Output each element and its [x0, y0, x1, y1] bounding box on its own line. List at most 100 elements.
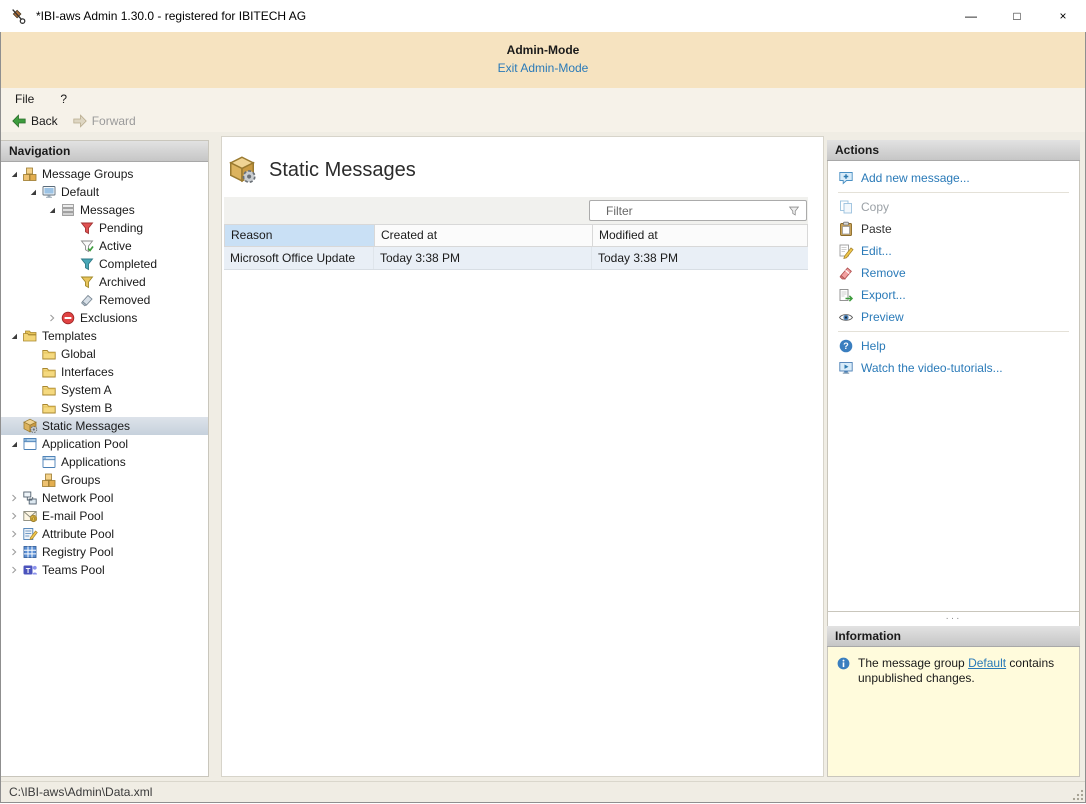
- funnel-check-icon: [79, 238, 95, 254]
- panel-splitter[interactable]: ···: [827, 612, 1080, 626]
- action-label: Edit...: [861, 244, 892, 258]
- column-header-reason[interactable]: Reason: [225, 225, 375, 246]
- expanded-arrow-icon[interactable]: [26, 185, 40, 199]
- page-title: Static Messages: [269, 159, 416, 182]
- action-label: Paste: [861, 222, 892, 236]
- tree-item-archived[interactable]: Archived: [1, 273, 208, 291]
- collapsed-arrow-icon[interactable]: [7, 509, 21, 523]
- static-messages-icon: [22, 418, 38, 434]
- expander-spacer: [64, 239, 78, 253]
- right-column: Actions Add new message...CopyPasteEdit.…: [827, 140, 1080, 777]
- action-watch-the-video-tutorials[interactable]: Watch the video-tutorials...: [828, 357, 1079, 379]
- menu-file[interactable]: File: [15, 92, 34, 106]
- page-heading: Static Messages: [227, 155, 823, 185]
- action-help[interactable]: ?Help: [828, 335, 1079, 357]
- action-label: Watch the video-tutorials...: [861, 361, 1003, 375]
- expander-spacer: [26, 455, 40, 469]
- maximize-button[interactable]: □: [994, 0, 1040, 32]
- action-label: Remove: [861, 266, 906, 280]
- tree-item-system-a[interactable]: System A: [1, 381, 208, 399]
- tree-item-interfaces[interactable]: Interfaces: [1, 363, 208, 381]
- tree-item-groups[interactable]: Groups: [1, 471, 208, 489]
- filter-bar: [224, 197, 808, 224]
- preview-icon: [838, 309, 854, 325]
- filter-box: [589, 200, 807, 221]
- resize-grip-icon[interactable]: [1071, 788, 1084, 801]
- status-bar: C:\IBI-aws\Admin\Data.xml: [1, 781, 1085, 802]
- tree-item-label: Exclusions: [80, 311, 141, 325]
- tree-item-label: Applications: [61, 455, 130, 469]
- tree-item-removed[interactable]: Removed: [1, 291, 208, 309]
- back-button[interactable]: Back: [11, 113, 58, 129]
- add-message-icon: [838, 170, 854, 186]
- forward-button[interactable]: Forward: [72, 113, 136, 129]
- tree-item-completed[interactable]: Completed: [1, 255, 208, 273]
- tree-item-e-mail-pool[interactable]: @E-mail Pool: [1, 507, 208, 525]
- action-edit[interactable]: Edit...: [828, 240, 1079, 262]
- expanded-arrow-icon[interactable]: [7, 167, 21, 181]
- tree-item-default[interactable]: Default: [1, 183, 208, 201]
- tree-item-system-b[interactable]: System B: [1, 399, 208, 417]
- tree-item-templates[interactable]: Templates: [1, 327, 208, 345]
- filter-funnel-icon[interactable]: [782, 201, 806, 220]
- collapsed-arrow-icon[interactable]: [7, 527, 21, 541]
- action-preview[interactable]: Preview: [828, 306, 1079, 328]
- tree-item-application-pool[interactable]: Application Pool: [1, 435, 208, 453]
- svg-text:T: T: [26, 566, 31, 575]
- collapsed-arrow-icon[interactable]: [7, 563, 21, 577]
- exit-admin-mode-link[interactable]: Exit Admin-Mode: [498, 61, 589, 75]
- tree-item-global[interactable]: Global: [1, 345, 208, 363]
- default-group-link[interactable]: Default: [968, 656, 1006, 670]
- tree-item-label: Templates: [42, 329, 101, 343]
- menu-[interactable]: ?: [60, 92, 67, 106]
- action-paste[interactable]: Paste: [828, 218, 1079, 240]
- separator: [838, 331, 1069, 332]
- action-remove[interactable]: Remove: [828, 262, 1079, 284]
- tree-item-applications[interactable]: Applications: [1, 453, 208, 471]
- tree-item-label: Completed: [99, 257, 161, 271]
- tree-item-static-messages[interactable]: Static Messages: [1, 417, 208, 435]
- tree-item-attribute-pool[interactable]: Attribute Pool: [1, 525, 208, 543]
- action-label: Help: [861, 339, 886, 353]
- collapsed-arrow-icon[interactable]: [7, 491, 21, 505]
- expanded-arrow-icon[interactable]: [45, 203, 59, 217]
- tree-item-label: Interfaces: [61, 365, 118, 379]
- action-export[interactable]: Export...: [828, 284, 1079, 306]
- action-label: Add new message...: [861, 171, 970, 185]
- expander-spacer: [64, 257, 78, 271]
- tree-item-teams-pool[interactable]: TTeams Pool: [1, 561, 208, 579]
- tree-item-registry-pool[interactable]: Registry Pool: [1, 543, 208, 561]
- tree-item-messages[interactable]: Messages: [1, 201, 208, 219]
- collapsed-arrow-icon[interactable]: [7, 545, 21, 559]
- action-label: Export...: [861, 288, 906, 302]
- admin-mode-title: Admin-Mode: [1, 32, 1085, 57]
- table-row[interactable]: Microsoft Office UpdateToday 3:38 PMToda…: [224, 247, 808, 270]
- expanded-arrow-icon[interactable]: [7, 437, 21, 451]
- copy-icon: [838, 199, 854, 215]
- minimize-button[interactable]: —: [948, 0, 994, 32]
- window-title: *IBI-aws Admin 1.30.0 - registered for I…: [36, 9, 306, 23]
- information-panel: The message group Default contains unpub…: [827, 647, 1080, 777]
- menu-bar: File?: [1, 88, 1085, 109]
- collapsed-arrow-icon[interactable]: [45, 311, 59, 325]
- expanded-arrow-icon[interactable]: [7, 329, 21, 343]
- action-add-new-message[interactable]: Add new message...: [828, 167, 1079, 189]
- funnel-red-icon: [79, 220, 95, 236]
- filter-input[interactable]: [590, 204, 782, 218]
- column-header-created-at[interactable]: Created at: [375, 225, 593, 246]
- tree-item-pending[interactable]: Pending: [1, 219, 208, 237]
- tree-item-label: Removed: [99, 293, 154, 307]
- close-button[interactable]: ×: [1040, 0, 1086, 32]
- main-panel: Static Messages ReasonCreated atModified…: [221, 136, 824, 777]
- tree-item-network-pool[interactable]: Network Pool: [1, 489, 208, 507]
- column-header-modified-at[interactable]: Modified at: [593, 225, 807, 246]
- tree-item-message-groups[interactable]: Message Groups: [1, 165, 208, 183]
- tree-item-label: Global: [61, 347, 100, 361]
- tree-item-exclusions[interactable]: Exclusions: [1, 309, 208, 327]
- separator: [838, 192, 1069, 193]
- templates-icon: [22, 328, 38, 344]
- tree-item-active[interactable]: Active: [1, 237, 208, 255]
- export-icon: [838, 287, 854, 303]
- action-label: Preview: [861, 310, 904, 324]
- edit-icon: [838, 243, 854, 259]
